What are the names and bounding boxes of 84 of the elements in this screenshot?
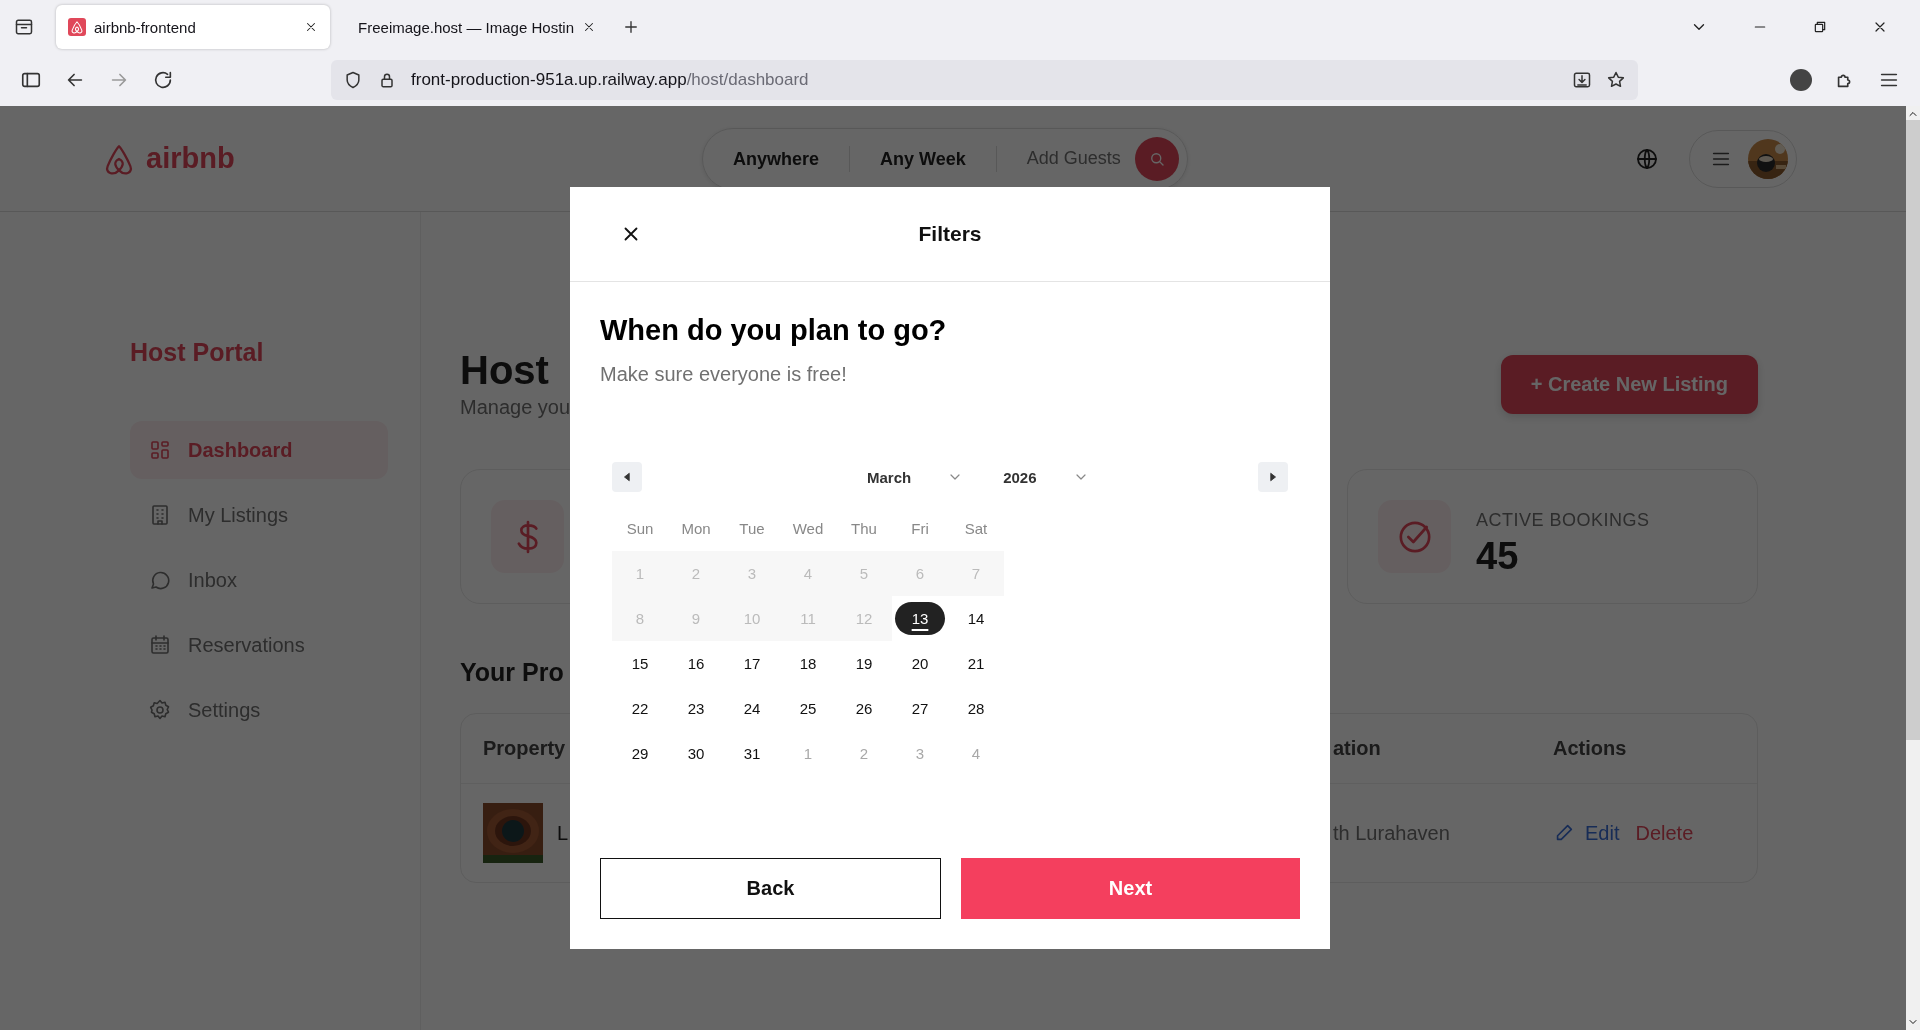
action-link[interactable]: Edit: [1585, 821, 1620, 845]
calendar-day[interactable]: 28: [951, 692, 1001, 725]
calendar-day[interactable]: 13: [895, 602, 945, 635]
weekday-label: Sat: [963, 519, 989, 539]
calendar-day[interactable]: 29: [615, 737, 665, 770]
calendar-day[interactable]: 19: [839, 647, 889, 680]
year-dropdown[interactable]: 2026: [1003, 468, 1089, 486]
back-button[interactable]: Back: [600, 858, 941, 919]
download-icon[interactable]: [1572, 70, 1592, 90]
calendar-day[interactable]: 27: [895, 692, 945, 725]
browser-tab[interactable]: Freeimage.host — Image Hostin: [338, 5, 608, 49]
column-header: Actions: [1553, 737, 1627, 760]
page-subtitle: Manage you: [460, 396, 571, 419]
calendar-day[interactable]: 1: [783, 737, 833, 770]
calendar-day[interactable]: 31: [727, 737, 777, 770]
weekday-label: Thu: [850, 519, 878, 539]
shield-icon: [343, 70, 363, 90]
calendar-day[interactable]: 20: [895, 647, 945, 680]
previous-month-button[interactable]: [612, 462, 642, 492]
dialog-heading: When do you plan to go?: [600, 314, 948, 347]
sidebar-item[interactable]: Dashboard: [130, 421, 388, 479]
new-tab-icon[interactable]: [622, 18, 640, 36]
browser-tab[interactable]: airbnb-frontend: [56, 5, 330, 49]
calendar-day[interactable]: 21: [951, 647, 1001, 680]
calendar-day[interactable]: 2: [839, 737, 889, 770]
month-dropdown[interactable]: March: [867, 468, 964, 486]
calendar-day[interactable]: 30: [671, 737, 721, 770]
bookmark-star-icon[interactable]: [1606, 70, 1626, 90]
search-option[interactable]: Anywhere: [733, 145, 851, 172]
calendar-day[interactable]: 16: [671, 647, 721, 680]
calendar-day[interactable]: 17: [727, 647, 777, 680]
tab-list-icon[interactable]: [14, 17, 34, 37]
dialog-subtitle: Make sure everyone is free!: [600, 363, 848, 386]
table-cell: L: [557, 821, 569, 845]
calendar-day[interactable]: 24: [727, 692, 777, 725]
sidebar-title: Host Portal: [130, 338, 265, 367]
triangle-right-icon: [1267, 471, 1279, 483]
dialog-title: Filters: [918, 222, 982, 246]
calendar-day[interactable]: 4: [951, 737, 1001, 770]
stat-value: 45: [1476, 534, 1520, 578]
url-text[interactable]: front-production-951a.up.railway.app/host/dashboard: [411, 70, 809, 90]
action-link[interactable]: Delete: [1635, 821, 1694, 845]
sidebar-item[interactable]: Inbox: [130, 551, 388, 609]
close-icon[interactable]: [304, 20, 318, 34]
calendar-day[interactable]: 15: [615, 647, 665, 680]
logo-text[interactable]: airbnb: [146, 142, 235, 175]
calendar-day[interactable]: 25: [783, 692, 833, 725]
next-button[interactable]: Next: [961, 858, 1300, 919]
calendar-day[interactable]: 18: [783, 647, 833, 680]
sidebar-item[interactable]: Reservations: [130, 616, 388, 674]
next-month-button[interactable]: [1258, 462, 1288, 492]
address-bar[interactable]: front-production-951a.up.railway.app/host/dashboard: [331, 60, 1638, 100]
calendar-day[interactable]: 14: [951, 602, 1001, 635]
calendar-day[interactable]: 3: [895, 737, 945, 770]
table-cell-text: th Lurahaven: [1333, 821, 1451, 845]
globe-icon[interactable]: [1635, 146, 1659, 171]
weekday-label: Wed: [791, 519, 825, 539]
favicon-icon: [68, 18, 86, 36]
calendar-day[interactable]: 22: [615, 692, 665, 725]
close-icon[interactable]: [582, 20, 596, 34]
grid-icon: [148, 438, 172, 462]
stat-label: ACTIVE BOOKINGS: [1476, 509, 1650, 531]
create-listing-button[interactable]: + Create New Listing: [1500, 355, 1758, 414]
settings-icon: [148, 698, 172, 722]
search-option[interactable]: Any Week: [880, 145, 997, 172]
calendar-day[interactable]: 23: [671, 692, 721, 725]
column-header: Property: [483, 737, 566, 760]
weekday-label: Tue: [738, 519, 766, 539]
weekday-label: Mon: [680, 519, 712, 539]
sidebar-item[interactable]: My Listings: [130, 486, 388, 544]
restore-icon[interactable]: [1812, 19, 1828, 35]
page-title: Host: [460, 350, 550, 390]
weekday-label: Fri: [910, 519, 930, 539]
column-header: ation: [1333, 737, 1381, 760]
profile-icon[interactable]: [1790, 69, 1812, 91]
section-title: Your Pro: [460, 658, 564, 687]
sidebar-item[interactable]: Settings: [130, 681, 388, 739]
search-placeholder: Add Guests: [1026, 148, 1121, 169]
reload-icon[interactable]: [152, 69, 174, 91]
calendar-day[interactable]: 26: [839, 692, 889, 725]
calendar-icon: [148, 633, 172, 657]
triangle-left-icon: [621, 471, 633, 483]
scrollbar-thumb[interactable]: [1906, 120, 1920, 740]
weekday-label: Sun: [625, 519, 655, 539]
